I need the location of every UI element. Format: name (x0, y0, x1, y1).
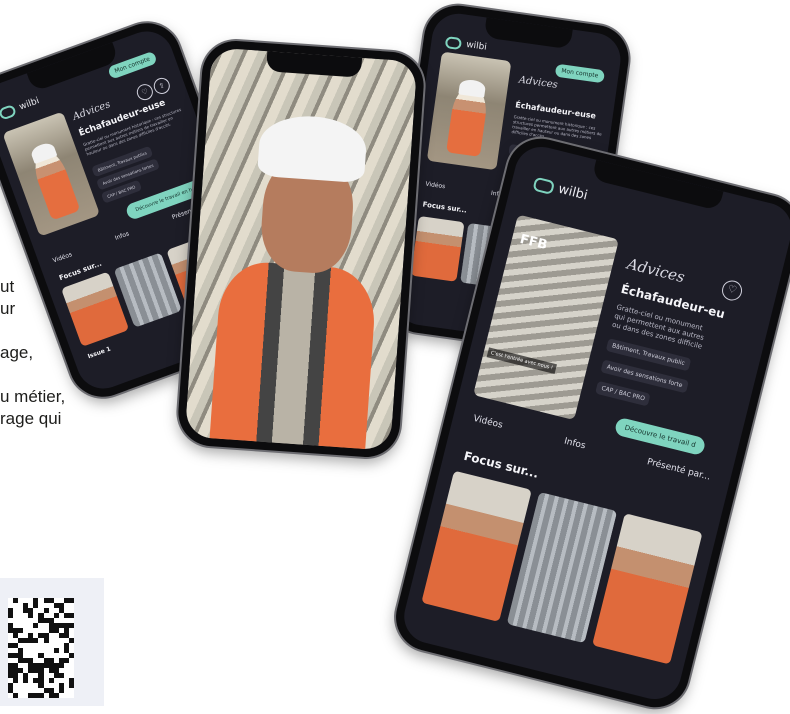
tab-infos[interactable]: Infos (114, 230, 130, 242)
selfie-vest (208, 259, 378, 451)
phone-notch (26, 42, 120, 93)
video-caption: C'est l'entrée avec nous ! (486, 347, 557, 374)
intro-line: rage qui (0, 409, 62, 428)
wilbi-logo-icon (444, 36, 463, 51)
tab-presented-by[interactable]: Présenté par... (646, 457, 711, 482)
heart-icon[interactable]: ♡ (719, 278, 745, 303)
script-logo: Advices (518, 74, 559, 91)
phone-notch (483, 17, 574, 50)
hero-helmet (458, 78, 486, 98)
phone-mockup-2 (176, 38, 426, 460)
focus-heading: Focus sur... (422, 200, 468, 215)
tab-videos[interactable]: Vidéos (425, 181, 446, 191)
phone-notch (591, 159, 724, 211)
episode-heading: Issue 1 (86, 345, 112, 361)
brand-name: wilbi (556, 181, 590, 204)
tag-diploma[interactable]: CAP / BAC PRO (595, 380, 652, 407)
tab-videos[interactable]: Vidéos (52, 251, 73, 264)
phone-screen (184, 47, 418, 451)
tab-infos[interactable]: Infos (563, 437, 587, 452)
brand-name: wilbi (18, 96, 41, 113)
app-header: wilbi (0, 95, 41, 121)
wilbi-logo-icon (532, 176, 556, 195)
login-button[interactable]: Mon compte (554, 63, 606, 84)
discover-button[interactable]: Découvre le travail d (613, 416, 707, 457)
video-thumbnail[interactable] (410, 215, 465, 282)
partner-logo: FFB (518, 231, 549, 254)
selfie-video[interactable] (184, 47, 418, 451)
selfie-helmet (256, 113, 368, 183)
wilbi-logo-icon (0, 103, 18, 121)
script-logo: Advices (625, 254, 687, 287)
qr-module (69, 693, 74, 698)
intro-line: u métier, (0, 387, 66, 406)
app-header: wilbi (444, 36, 488, 54)
hero-video[interactable] (426, 51, 512, 171)
qr-code-icon[interactable] (8, 598, 74, 698)
brand-name: wilbi (465, 39, 488, 53)
share-icon[interactable]: ⇪ (151, 75, 173, 97)
tab-videos[interactable]: Vidéos (472, 414, 503, 431)
app-header: wilbi (532, 176, 590, 204)
heart-icon[interactable]: ♡ (134, 81, 156, 103)
